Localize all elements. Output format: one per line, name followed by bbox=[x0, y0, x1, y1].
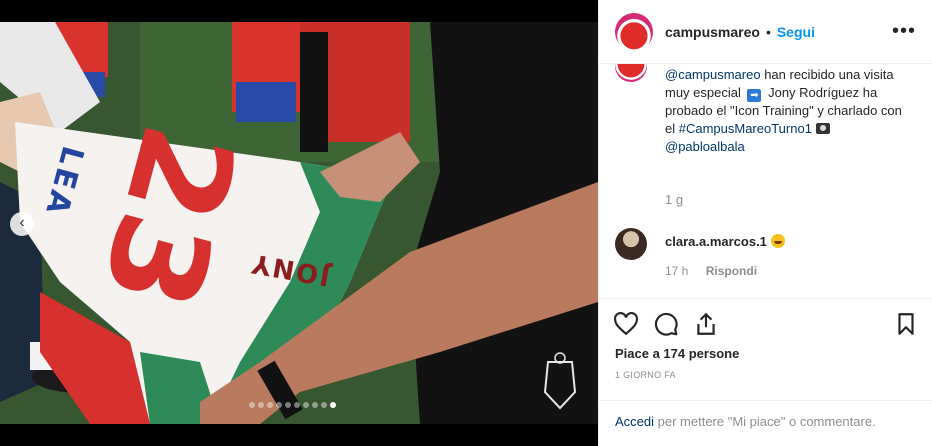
carousel-dot bbox=[276, 402, 282, 408]
instagram-post: 23 JONY LEA ‹ campusmareo • Segui ••• @c… bbox=[0, 0, 932, 446]
carousel-prev-button[interactable]: ‹ bbox=[10, 212, 34, 236]
avatar[interactable] bbox=[615, 12, 653, 51]
post-photo[interactable]: 23 JONY LEA bbox=[0, 22, 598, 424]
heart-icon[interactable] bbox=[613, 311, 639, 337]
carousel-indicator bbox=[249, 402, 336, 408]
share-icon[interactable] bbox=[693, 311, 719, 337]
login-prompt: Accedi per mettere "Mi piace" o commenta… bbox=[599, 400, 932, 446]
post-media: 23 JONY LEA ‹ bbox=[0, 0, 598, 446]
carousel-dot bbox=[312, 402, 318, 408]
carousel-dot bbox=[330, 402, 336, 408]
more-options-icon[interactable]: ••• bbox=[892, 20, 916, 43]
chevron-left-icon: ‹ bbox=[19, 214, 25, 231]
caption-hashtag[interactable]: #CampusMareoTurno1 bbox=[679, 121, 812, 136]
follow-button[interactable]: Segui bbox=[777, 24, 815, 40]
carousel-dot bbox=[258, 402, 264, 408]
comment-meta: 17 h Rispondi bbox=[665, 264, 757, 278]
caption-mention-campusmareo[interactable]: @campusmareo bbox=[665, 67, 761, 82]
camera-icon bbox=[815, 123, 830, 134]
caption-mention-pabloalbala[interactable]: @pabloalbala bbox=[665, 139, 745, 154]
comments-section[interactable]: @campusmareo han recibido una visita muy… bbox=[599, 64, 932, 298]
header-separator: • bbox=[765, 23, 771, 40]
login-link[interactable]: Accedi bbox=[615, 414, 654, 429]
post-sidebar: campusmareo • Segui ••• @campusmareo han… bbox=[598, 0, 932, 446]
arrow-right-icon: ➡ bbox=[747, 89, 762, 102]
carousel-dot bbox=[267, 402, 273, 408]
comment-icon[interactable] bbox=[653, 311, 679, 337]
comment-avatar[interactable] bbox=[615, 228, 647, 260]
action-bar bbox=[599, 298, 932, 352]
carousel-dot bbox=[303, 402, 309, 408]
login-prompt-text: per mettere "Mi piace" o commentare. bbox=[654, 414, 876, 429]
likes-count[interactable]: Piace a 174 persone bbox=[615, 346, 739, 361]
header-username[interactable]: campusmareo bbox=[665, 24, 760, 40]
carousel-dot bbox=[285, 402, 291, 408]
caption-time[interactable]: 1 g bbox=[665, 192, 683, 207]
caption-avatar[interactable] bbox=[615, 64, 647, 82]
comment-username[interactable]: clara.a.marcos.1 bbox=[665, 234, 767, 249]
post-timestamp[interactable]: 1 GIORNO FA bbox=[615, 370, 676, 380]
post-header: campusmareo • Segui ••• bbox=[599, 0, 932, 64]
reply-button[interactable]: Rispondi bbox=[706, 264, 757, 278]
caption-text: @campusmareo han recibido una visita muy… bbox=[665, 66, 905, 156]
comment-time[interactable]: 17 h bbox=[665, 264, 688, 278]
grinning-face-icon bbox=[770, 234, 785, 248]
bookmark-icon[interactable] bbox=[893, 311, 919, 337]
carousel-dot bbox=[321, 402, 327, 408]
carousel-dot bbox=[294, 402, 300, 408]
carousel-dot bbox=[249, 402, 255, 408]
comment-text: clara.a.marcos.1 bbox=[665, 234, 785, 249]
